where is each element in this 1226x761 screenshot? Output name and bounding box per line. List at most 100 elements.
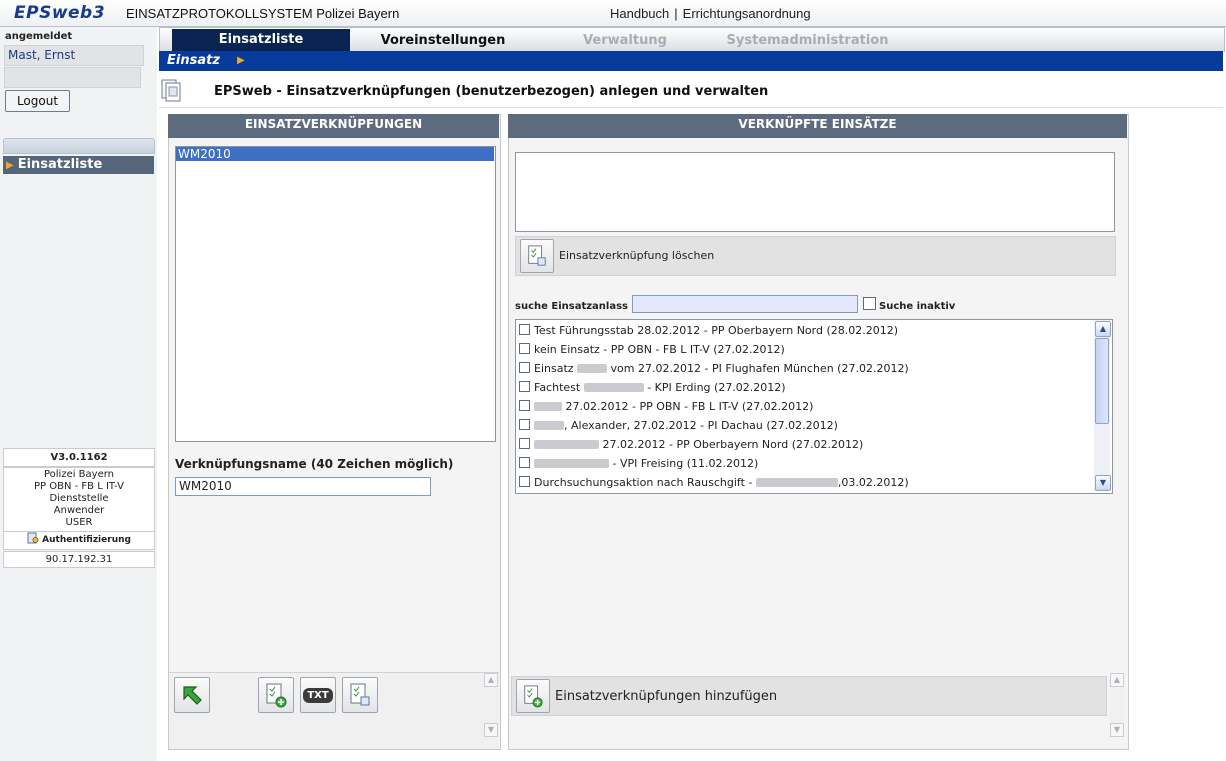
redacted-text: [534, 459, 609, 468]
scroll-down-button[interactable]: ▼: [484, 723, 498, 737]
list-item[interactable]: kein Einsatz - PP OBN - FB L IT-V (27.02…: [519, 342, 785, 358]
redacted-text: [755, 478, 838, 487]
operation-text: - KPI Erding (27.02.2012): [647, 381, 786, 394]
tab-verwaltung: Verwaltung: [583, 33, 667, 48]
link-name-input[interactable]: WM2010: [175, 477, 431, 496]
scroll-up-button[interactable]: ▲: [1110, 673, 1124, 687]
system-title: EINSATZPROTOKOLLSYSTEM Polizei Bayern: [126, 6, 400, 21]
operation-checkbox[interactable]: [519, 324, 530, 335]
operation-text: Einsatz: [534, 362, 574, 375]
top-links: Handbuch | Errichtungsanordnung: [610, 6, 811, 21]
operation-text: Fachtest: [534, 381, 581, 394]
triangle-right-icon: ▶: [237, 55, 245, 66]
toolbar-scrollbar[interactable]: ▲ ▼: [484, 673, 498, 737]
list-item[interactable]: 27.02.2012 - PP Oberbayern Nord (27.02.2…: [519, 437, 863, 453]
scroll-up-button[interactable]: ▲: [484, 673, 498, 687]
operation-checkbox[interactable]: [519, 381, 530, 392]
add-links-button[interactable]: [516, 679, 550, 713]
org-line: PP OBN - FB L IT-V: [34, 481, 124, 492]
link-name-label: Verknüpfungsname (40 Zeichen möglich): [175, 457, 454, 471]
linked-operations-listbox[interactable]: [515, 152, 1115, 232]
redacted-text: [577, 364, 608, 373]
version-label: V3.0.1162: [3, 448, 155, 467]
org-line: Polizei Bayern: [43, 469, 115, 480]
page-title: EPSweb - Einsatzverknüpfungen (benutzerb…: [214, 84, 769, 99]
export-txt-button[interactable]: TXT: [300, 677, 336, 713]
list-item[interactable]: WM2010: [176, 147, 494, 161]
user-name-field: Mast, Ernst: [4, 45, 144, 66]
tab-einsatzliste[interactable]: Einsatzliste: [172, 29, 350, 51]
scroll-down-button[interactable]: ▼: [1095, 475, 1111, 491]
tab-voreinstellungen[interactable]: Voreinstellungen: [358, 31, 528, 51]
operation-text: 27.02.2012 - PP OBN - FB L IT-V (27.02.2…: [565, 400, 814, 413]
search-input[interactable]: [632, 295, 858, 313]
redacted-text: [583, 383, 644, 392]
search-label: suche Einsatzanlass: [515, 301, 629, 312]
link-separator: |: [674, 6, 678, 21]
list-item[interactable]: Einsatz vom 27.02.2012 - PI Flughafen Mü…: [519, 361, 909, 377]
search-inactive-checkbox[interactable]: [863, 297, 876, 310]
auth-link[interactable]: Authentifizierung: [3, 531, 155, 550]
redacted-text: [534, 440, 599, 449]
secondary-user-field: [4, 67, 141, 88]
list-item[interactable]: 27.02.2012 - PP OBN - FB L IT-V (27.02.2…: [519, 399, 813, 415]
linked-operations-header: VERKNÜPFTE EINSÄTZE: [508, 114, 1127, 138]
divider: [159, 107, 1223, 108]
checklist-edit-icon: [350, 683, 370, 706]
delete-link-button[interactable]: [520, 239, 554, 273]
add-links-label[interactable]: Einsatzverknüpfungen hinzufügen: [555, 689, 777, 704]
arrow-up-left-icon: [183, 686, 202, 705]
back-button[interactable]: [174, 677, 210, 713]
search-inactive-label: Suche inaktiv: [879, 301, 956, 312]
list-item[interactable]: Durchsuchungsaktion nach Rauschgift - ,0…: [519, 475, 909, 491]
operation-checkbox[interactable]: [519, 457, 530, 468]
operation-checkbox[interactable]: [519, 438, 530, 449]
ip-address: 90.17.192.31: [3, 551, 155, 568]
operation-text: kein Einsatz - PP OBN - FB L IT-V (27.02…: [534, 343, 785, 356]
breadcrumb: Einsatz: [167, 53, 220, 68]
redacted-text: [534, 421, 564, 430]
operation-checkbox[interactable]: [519, 419, 530, 430]
sub-bar: [159, 51, 1223, 71]
auth-label: Authentifizierung: [42, 535, 131, 545]
checklist-delete-icon: [528, 245, 546, 266]
nav-header: [3, 138, 155, 154]
sidebar-item-einsatzliste[interactable]: ▶ Einsatzliste: [3, 156, 154, 174]
link-handbuch[interactable]: Handbuch: [610, 6, 669, 21]
list-item[interactable]: , Alexander, 27.02.2012 - PI Dachau (27.…: [519, 418, 838, 434]
scroll-thumb[interactable]: [1095, 338, 1109, 424]
operation-text: - VPI Freising (11.02.2012): [612, 457, 759, 470]
operation-checkbox[interactable]: [519, 343, 530, 354]
links-listbox[interactable]: [175, 146, 496, 442]
redacted-text: [534, 402, 562, 411]
list-item[interactable]: - VPI Freising (11.02.2012): [519, 456, 758, 472]
operation-text: , Alexander, 27.02.2012 - PI Dachau (27.…: [564, 419, 838, 432]
operation-checkbox[interactable]: [519, 362, 530, 373]
scroll-down-button[interactable]: ▼: [1110, 723, 1124, 737]
auth-icon: [27, 532, 39, 544]
operation-text: Durchsuchungsaktion nach Rauschgift -: [534, 476, 753, 489]
link-errichtungsanordnung[interactable]: Errichtungsanordnung: [683, 6, 811, 21]
documents-icon: [161, 79, 181, 102]
tab-systemadministration: Systemadministration: [726, 33, 889, 48]
panel-scrollbar[interactable]: ▲ ▼: [1110, 673, 1124, 737]
scroll-up-button[interactable]: ▲: [1095, 321, 1111, 337]
operation-text: 27.02.2012 - PP Oberbayern Nord (27.02.2…: [602, 438, 864, 451]
operation-text: Test Führungsstab 28.02.2012 - PP Oberba…: [534, 324, 899, 337]
triangle-right-icon: ▶: [6, 160, 14, 171]
operation-checkbox[interactable]: [519, 400, 530, 411]
checklist-add-icon: [524, 685, 543, 708]
links-panel-header: EINSATZVERKNÜPFUNGEN: [168, 114, 499, 138]
edit-link-button[interactable]: [342, 677, 378, 713]
logout-button[interactable]: Logout: [5, 90, 70, 112]
checklist-add-icon: [266, 683, 287, 708]
logged-in-label: angemeldet: [5, 31, 73, 42]
org-line: USER: [65, 517, 93, 528]
new-link-button[interactable]: [258, 677, 294, 713]
operation-checkbox[interactable]: [519, 476, 530, 487]
delete-link-label[interactable]: Einsatzverknüpfung löschen: [559, 249, 714, 262]
operation-text: vom 27.02.2012 - PI Flughafen München (2…: [610, 362, 909, 375]
org-info: Polizei Bayern PP OBN - FB L IT-V Dienst…: [3, 467, 155, 532]
list-item[interactable]: Fachtest - KPI Erding (27.02.2012): [519, 380, 786, 396]
list-item[interactable]: Test Führungsstab 28.02.2012 - PP Oberba…: [519, 323, 898, 339]
